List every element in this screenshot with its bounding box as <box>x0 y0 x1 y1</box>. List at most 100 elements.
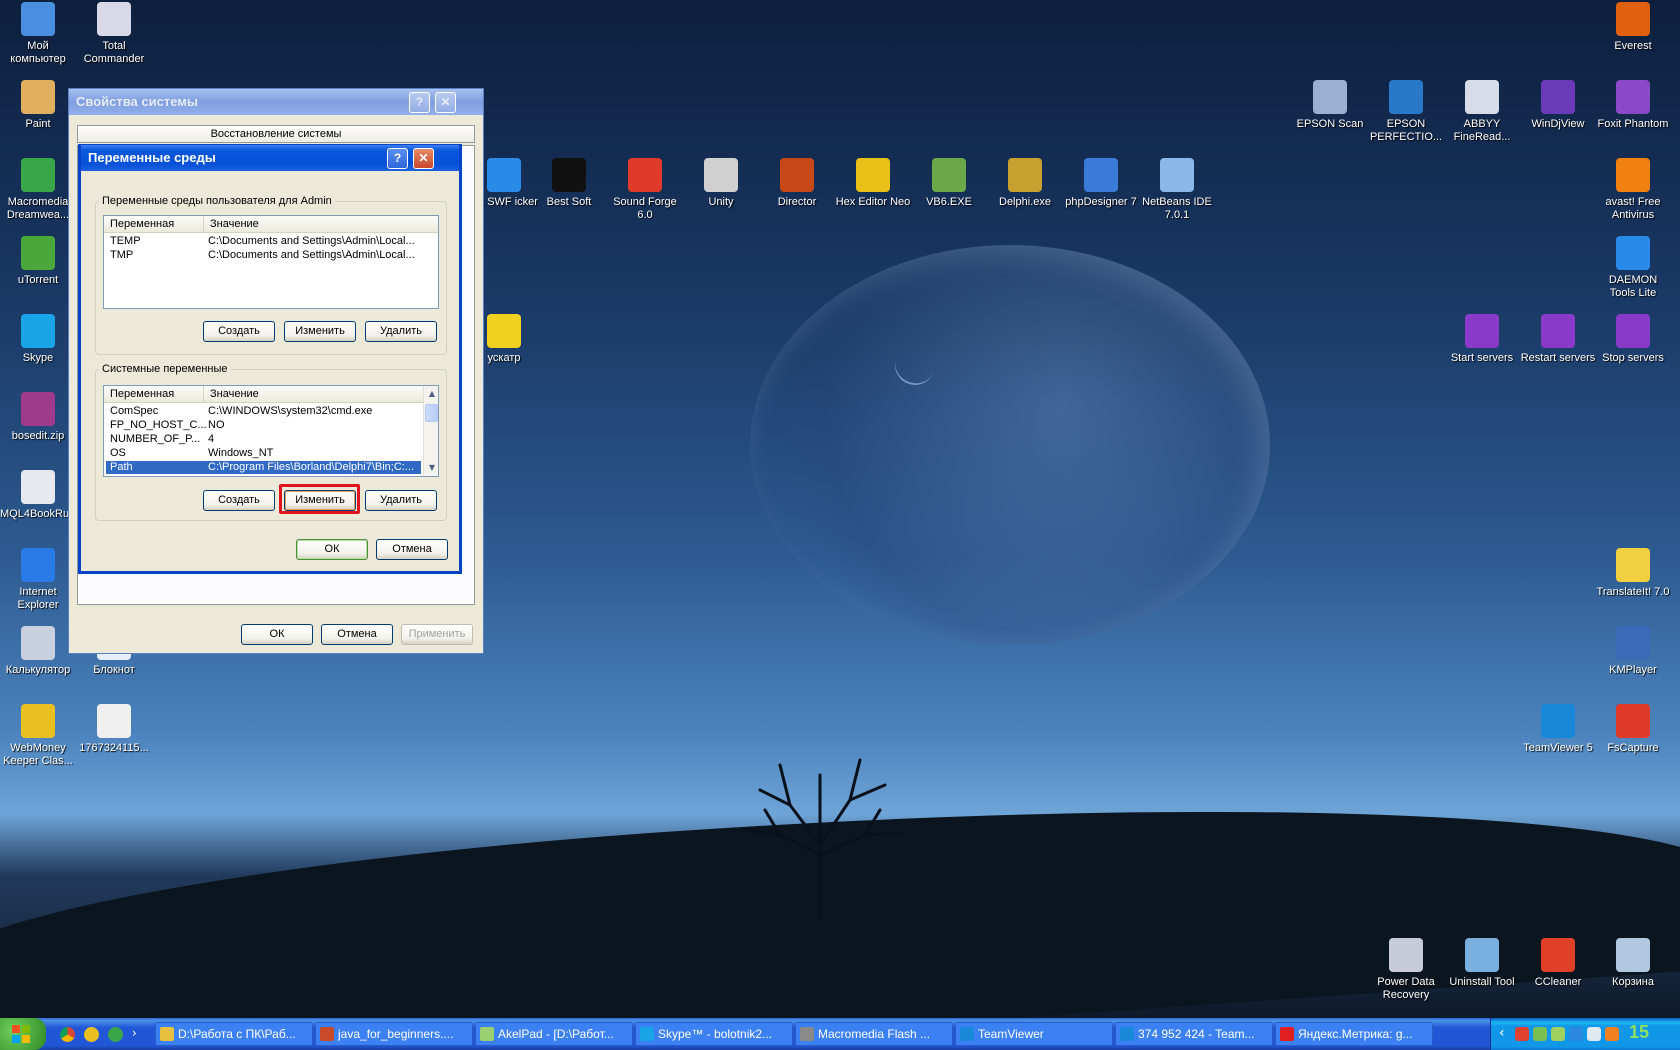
system-properties-help-button[interactable]: ? <box>409 92 430 113</box>
user-variables-list[interactable]: Переменная Значение TEMP C:\Documents and… <box>103 215 439 309</box>
column-value[interactable]: Значение <box>204 216 438 233</box>
user-edit-button[interactable]: Изменить <box>284 321 356 342</box>
table-row[interactable]: TMP C:\Documents and Settings\Admin\Local… <box>106 249 415 262</box>
taskbar-button[interactable]: D:\Работа с ПК\Раб... <box>155 1022 313 1046</box>
system-properties-cancel-button[interactable]: Отмена <box>321 624 393 645</box>
chrome-icon[interactable] <box>60 1027 75 1042</box>
system-properties-ok-button[interactable]: ОК <box>241 624 313 645</box>
desktop-icon-avast[interactable]: avast! Free Antivirus <box>1595 158 1671 222</box>
taskbar-button[interactable]: Яндекс.Метрика: g... <box>1275 1022 1433 1046</box>
desktop-icon-uninstall-tool[interactable]: Uninstall Tool <box>1444 938 1520 989</box>
system-properties-close-button[interactable]: ✕ <box>435 92 456 113</box>
desktop-icon-paint[interactable]: Paint <box>0 80 76 131</box>
desktop-icon-start-servers[interactable]: Start servers <box>1444 314 1520 365</box>
system-variables-scrollbar[interactable]: ▲ ▼ <box>423 386 438 476</box>
system-create-button[interactable]: Создать <box>203 490 275 511</box>
table-row[interactable]: OS Windows_NT <box>106 447 421 460</box>
desktop-icon-epson-scan[interactable]: EPSON Scan <box>1292 80 1368 131</box>
desktop-icon-label: WinDjView <box>1531 118 1585 130</box>
tab-system-restore[interactable]: Восстановление системы <box>77 125 475 143</box>
desktop-icon-fscapture[interactable]: FsCapture <box>1595 704 1671 755</box>
desktop-icon-power-data-recovery[interactable]: Power Data Recovery <box>1368 938 1444 1002</box>
desktop-icon-phpdesigner[interactable]: phpDesigner 7 <box>1063 158 1139 209</box>
stop-servers-icon <box>1616 314 1650 348</box>
teamviewer-icon <box>1541 704 1575 738</box>
desktop-icon-webmoney[interactable]: WebMoney Keeper Clas... <box>0 704 76 768</box>
table-row[interactable]: ComSpec C:\WINDOWS\system32\cmd.exe <box>106 405 421 418</box>
env-ok-button[interactable]: ОК <box>296 539 368 560</box>
desktop-icon-bosedit[interactable]: bosedit.zip <box>0 392 76 443</box>
desktop-icon-my-computer[interactable]: Мой компьютер <box>0 2 76 66</box>
environment-variables-dialog[interactable]: Переменные среды ? ✕ Переменные среды по… <box>78 144 462 574</box>
desktop-icon-netbeans[interactable]: NetBeans IDE 7.0.1 <box>1139 158 1215 222</box>
tray-app-icon[interactable] <box>1569 1027 1583 1041</box>
desktop-icon-epson-perfection[interactable]: EPSON PERFECTIO... <box>1368 80 1444 144</box>
tray-app-icon[interactable] <box>1515 1027 1529 1041</box>
desktop-icon-kmplayer[interactable]: KMPlayer <box>1595 626 1671 677</box>
tray-app-icon[interactable] <box>1605 1027 1619 1041</box>
env-cancel-button[interactable]: Отмена <box>376 539 448 560</box>
table-row[interactable]: FP_NO_HOST_C... NO <box>106 419 421 432</box>
environment-variables-titlebar[interactable]: Переменные среды ? ✕ <box>81 145 459 171</box>
desktop-icon-best-soft[interactable]: Best Soft <box>531 158 607 209</box>
quicklaunch-app-icon[interactable] <box>84 1027 99 1042</box>
tray-app-icon[interactable] <box>1587 1027 1601 1041</box>
taskbar-button[interactable]: TeamViewer <box>955 1022 1113 1046</box>
user-create-button[interactable]: Создать <box>203 321 275 342</box>
desktop-icon-mql4book[interactable]: MQL4BookRu... <box>0 470 78 521</box>
desktop-icon-restart-servers[interactable]: Restart servers <box>1520 314 1596 365</box>
taskbar-button[interactable]: Skype™ - bolotnik2... <box>635 1022 793 1046</box>
system-properties-titlebar[interactable]: Свойства системы ? ✕ <box>69 89 483 115</box>
macromedia-dreamweaver-icon <box>21 158 55 192</box>
help-button[interactable]: ? <box>387 148 408 169</box>
desktop-icon-unity[interactable]: Unity <box>683 158 759 209</box>
column-variable[interactable]: Переменная <box>104 386 204 403</box>
tray-expand-icon[interactable]: ‹ <box>1499 1025 1505 1041</box>
desktop-icon-skype[interactable]: Skype <box>0 314 76 365</box>
scroll-down-button[interactable]: ▼ <box>424 460 438 476</box>
user-delete-button[interactable]: Удалить <box>365 321 437 342</box>
desktop-icon-everest[interactable]: Everest <box>1595 2 1671 53</box>
desktop-icon-sound-forge[interactable]: Sound Forge 6.0 <box>607 158 683 222</box>
table-row[interactable]: Path C:\Program Files\Borland\Delphi7\Bin… <box>106 461 421 474</box>
desktop-icon-foxit-phantom[interactable]: Foxit Phantom <box>1595 80 1671 131</box>
desktop-icon-recycle-bin[interactable]: Корзина <box>1595 938 1671 989</box>
desktop-icon-stop-servers[interactable]: Stop servers <box>1595 314 1671 365</box>
column-variable[interactable]: Переменная <box>104 216 204 233</box>
desktop-icon-daemon-tools[interactable]: DAEMON Tools Lite <box>1595 236 1671 300</box>
start-button[interactable] <box>0 1018 46 1050</box>
table-row[interactable]: NUMBER_OF_P... 4 <box>106 433 421 446</box>
scroll-thumb[interactable] <box>425 404 438 422</box>
taskbar-button[interactable]: 374 952 424 - Team... <box>1115 1022 1273 1046</box>
desktop-icon-translateit[interactable]: TranslateIt! 7.0 <box>1595 548 1671 599</box>
dreamweaver-icon[interactable] <box>108 1027 123 1042</box>
tray-app-icon[interactable] <box>1551 1027 1565 1041</box>
taskbar-button[interactable]: Macromedia Flash ... <box>795 1022 953 1046</box>
scroll-up-button[interactable]: ▲ <box>424 386 438 402</box>
taskbar-button[interactable]: AkelPad - [D:\Работ... <box>475 1022 633 1046</box>
desktop-icon-macromedia-dreamweaver[interactable]: Macromedia Dreamwea... <box>0 158 76 222</box>
desktop-icon-director[interactable]: Director <box>759 158 835 209</box>
system-properties-apply-button[interactable]: Применить <box>401 624 473 645</box>
desktop-icon-teamviewer[interactable]: TeamViewer 5 <box>1520 704 1596 755</box>
system-delete-button[interactable]: Удалить <box>365 490 437 511</box>
chevron-right-icon[interactable]: › <box>132 1026 137 1040</box>
desktop-icon-vb6[interactable]: VB6.EXE <box>911 158 987 209</box>
desktop-icon-hex-editor-neo[interactable]: Hex Editor Neo <box>835 158 911 209</box>
desktop-icon-total-commander[interactable]: Total Commander <box>76 2 152 66</box>
desktop-icon-delphi[interactable]: Delphi.exe <box>987 158 1063 209</box>
desktop-icon-abbyy-finereader[interactable]: ABBYY FineRead... <box>1444 80 1520 144</box>
close-button[interactable]: ✕ <box>413 148 434 169</box>
desktop-icon-utorrent[interactable]: uTorrent <box>0 236 76 287</box>
table-row[interactable]: TEMP C:\Documents and Settings\Admin\Loca… <box>106 235 415 248</box>
system-variables-list[interactable]: Переменная Значение ComSpec C:\WINDOWS\sy… <box>103 385 439 477</box>
desktop-icon-file-176[interactable]: 1767324115... <box>76 704 152 755</box>
desktop-icon-internet-explorer[interactable]: Internet Explorer <box>0 548 76 612</box>
column-value[interactable]: Значение <box>204 386 424 403</box>
desktop-icon-ccleaner[interactable]: CCleaner <box>1520 938 1596 989</box>
taskbar-button[interactable]: java_for_beginners.... <box>315 1022 473 1046</box>
clock[interactable]: 15 <box>1629 1022 1649 1043</box>
tray-app-icon[interactable] <box>1533 1027 1547 1041</box>
desktop-icon-windjview[interactable]: WinDjView <box>1520 80 1596 131</box>
desktop-icon-kalkulyator[interactable]: Калькулятор <box>0 626 76 677</box>
